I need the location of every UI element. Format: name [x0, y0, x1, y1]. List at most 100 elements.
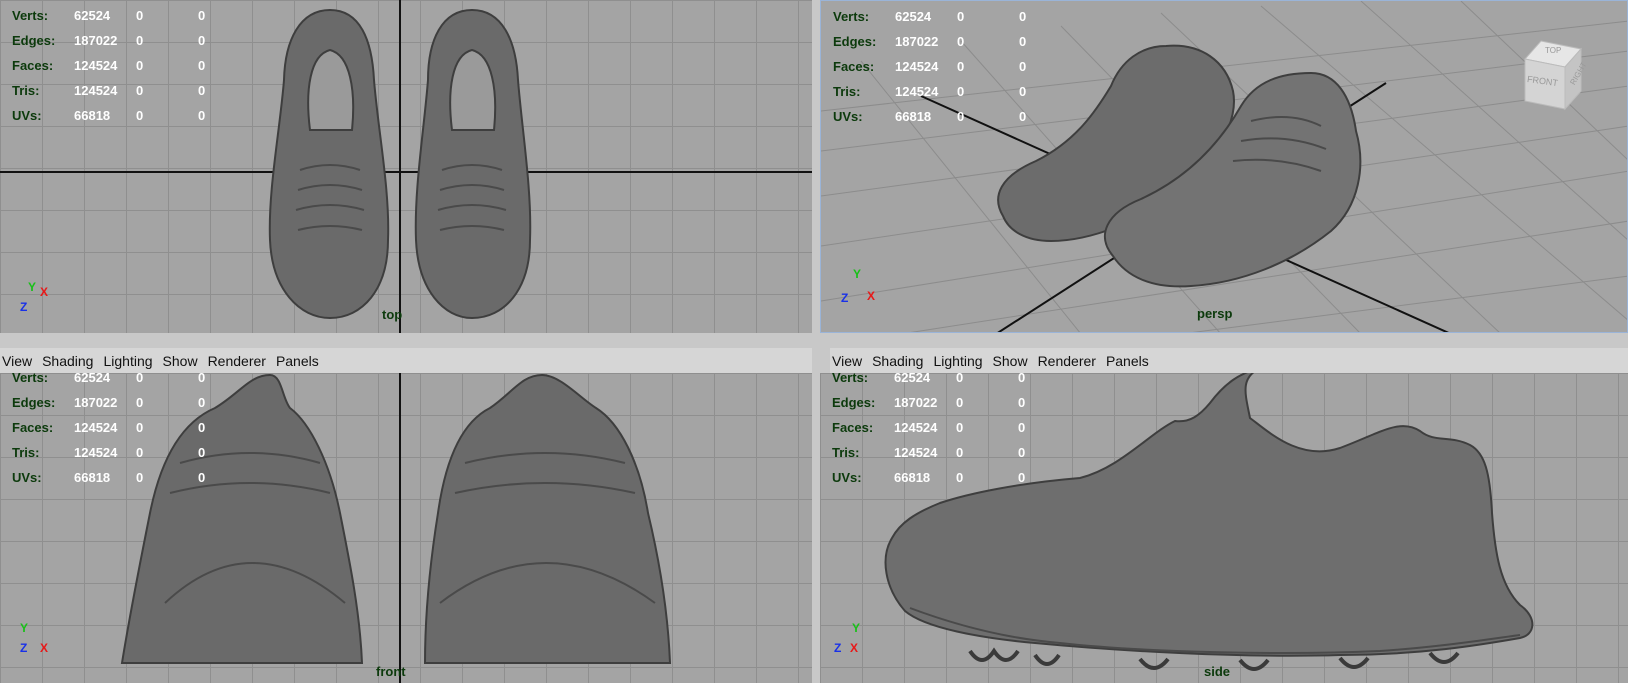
menu-lighting[interactable]: Lighting — [933, 353, 982, 369]
hud-value: 187022 — [74, 395, 118, 410]
hud-value: 0 — [1018, 470, 1026, 485]
hud-value: 124524 — [74, 83, 118, 98]
hud-value: 0 — [957, 109, 965, 124]
hud-label: Tris: — [832, 445, 860, 460]
axis-y-icon: Y — [28, 280, 37, 294]
shoe-top-left — [268, 8, 390, 320]
hud-label: UVs: — [833, 109, 863, 124]
hud-value: 0 — [1018, 420, 1026, 435]
axis-x-icon: X — [867, 289, 876, 303]
axis-y-icon: Y — [852, 621, 861, 635]
menu-panels[interactable]: Panels — [276, 353, 319, 369]
hud-value: 0 — [136, 420, 144, 435]
shoe-top-right — [414, 8, 532, 320]
hud-value: 0 — [1018, 395, 1026, 410]
axis-x-icon: X — [850, 641, 859, 655]
hud-value: 0 — [1019, 9, 1027, 24]
hud-value: 0 — [198, 8, 206, 23]
camera-label-top: top — [382, 307, 403, 322]
hud-label: Verts: — [12, 373, 49, 385]
hud-value: 0 — [957, 34, 965, 49]
hud-value: 0 — [136, 8, 144, 23]
hud-value: 0 — [957, 9, 965, 24]
viewport-top[interactable]: Verts: 62524 0 0 Edges: 187022 0 0 Faces: 12452… — [0, 0, 812, 333]
hud-label: Verts: — [12, 8, 49, 23]
hud-value: 0 — [957, 59, 965, 74]
hud-value: 0 — [136, 58, 144, 73]
hud-value: 124524 — [74, 58, 118, 73]
hud-stats-top: Verts: 62524 0 0 Edges: 187022 0 0 Faces: 12452… — [12, 3, 228, 128]
hud-label: Faces: — [832, 420, 874, 435]
menu-panels[interactable]: Panels — [1106, 353, 1149, 369]
hud-value: 62524 — [74, 373, 111, 385]
hud-value: 0 — [1018, 373, 1026, 385]
hud-value: 0 — [198, 373, 206, 385]
hud-value: 0 — [1019, 84, 1027, 99]
hud-stats-persp: Verts: 62524 0 0 Edges: 187022 0 0 Faces: 12452… — [833, 4, 1049, 129]
hud-label: UVs: — [12, 470, 42, 485]
hud-value: 0 — [198, 395, 206, 410]
menu-show[interactable]: Show — [993, 353, 1028, 369]
menu-lighting[interactable]: Lighting — [103, 353, 152, 369]
menubar-front: View Shading Lighting Show Renderer Pane… — [0, 348, 812, 373]
menubar-side: View Shading Lighting Show Renderer Pane… — [830, 348, 1628, 373]
hud-value: 124524 — [895, 84, 939, 99]
hud-label: Faces: — [12, 58, 54, 73]
viewport-front[interactable]: Verts: 62524 0 0 Edges: 187022 0 0 Faces: 12452… — [0, 373, 812, 683]
hud-value: 0 — [136, 470, 144, 485]
hud-value: 187022 — [74, 33, 118, 48]
hud-label: Tris: — [833, 84, 861, 99]
hud-value: 62524 — [74, 8, 111, 23]
axis-z-icon: Z — [834, 641, 842, 655]
hud-value: 187022 — [894, 395, 938, 410]
hud-label: Edges: — [833, 34, 877, 49]
menu-view[interactable]: View — [832, 353, 862, 369]
axis-x-icon: X — [40, 641, 49, 655]
viewport-side[interactable]: Verts: 62524 0 0 Edges: 187022 0 0 Faces: 12452… — [820, 373, 1628, 683]
hud-value: 66818 — [894, 470, 931, 485]
hud-value: 0 — [1018, 445, 1026, 460]
menu-view[interactable]: View — [2, 353, 32, 369]
axis-z-icon: Z — [20, 641, 28, 655]
hud-value: 0 — [136, 83, 144, 98]
camera-label-persp: persp — [1197, 306, 1233, 321]
axis-y-icon: Y — [20, 621, 29, 635]
hud-label: Faces: — [833, 59, 875, 74]
panel-divider-vertical[interactable] — [812, 0, 820, 683]
hud-value: 124524 — [894, 420, 938, 435]
hud-label: Tris: — [12, 445, 40, 460]
hud-value: 0 — [956, 373, 964, 385]
hud-value: 66818 — [74, 108, 111, 123]
hud-stats-side: Verts: 62524 0 0 Edges: 187022 0 0 Faces: 12452… — [832, 373, 1048, 490]
hud-label: Edges: — [12, 395, 56, 410]
hud-label: Edges: — [832, 395, 876, 410]
camera-label-front: front — [376, 664, 406, 679]
viewcube-top-label[interactable]: TOP — [1545, 46, 1561, 55]
menu-renderer[interactable]: Renderer — [1038, 353, 1096, 369]
menu-show[interactable]: Show — [163, 353, 198, 369]
menu-shading[interactable]: Shading — [42, 353, 93, 369]
hud-label: UVs: — [12, 108, 42, 123]
menu-renderer[interactable]: Renderer — [208, 353, 266, 369]
hud-value: 0 — [136, 395, 144, 410]
hud-value: 0 — [956, 445, 964, 460]
hud-value: 0 — [956, 395, 964, 410]
hud-value: 124524 — [74, 420, 118, 435]
hud-value: 66818 — [895, 109, 932, 124]
hud-stats-front: Verts: 62524 0 0 Edges: 187022 0 0 Faces: 12452… — [12, 373, 228, 490]
hud-value: 0 — [957, 84, 965, 99]
hud-value: 0 — [136, 445, 144, 460]
axis-x-icon: X — [40, 285, 49, 299]
menu-shading[interactable]: Shading — [872, 353, 923, 369]
hud-value: 124524 — [74, 445, 118, 460]
hud-value: 0 — [1019, 34, 1027, 49]
hud-value: 62524 — [894, 373, 931, 385]
viewport-persp[interactable]: TOP FRONT RIGHT Verts: 62524 0 0 Edges: 1870… — [820, 0, 1628, 333]
hud-value: 0 — [198, 108, 206, 123]
hud-value: 0 — [136, 108, 144, 123]
camera-label-side: side — [1204, 664, 1231, 679]
hud-value: 0 — [198, 470, 206, 485]
hud-value: 0 — [956, 420, 964, 435]
hud-label: Verts: — [832, 373, 869, 385]
hud-value: 0 — [198, 83, 206, 98]
